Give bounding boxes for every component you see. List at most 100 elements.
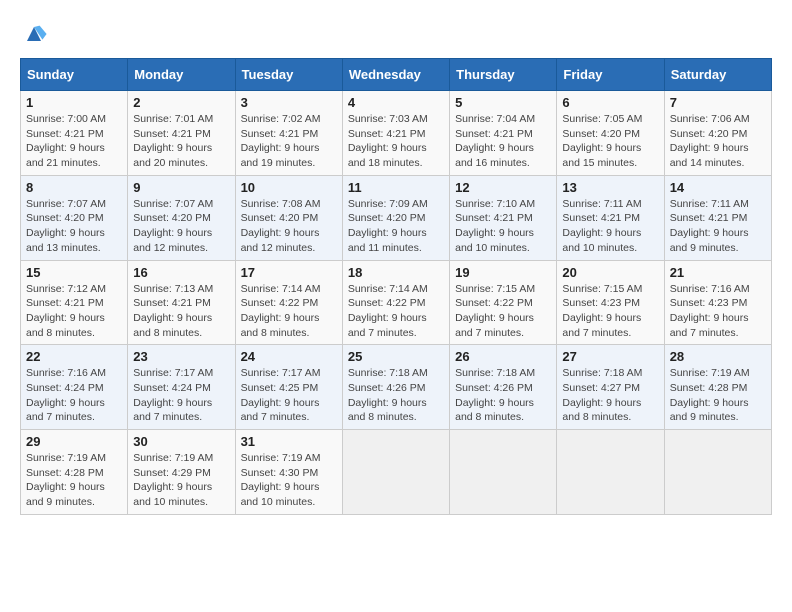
day-number: 18 [348,265,444,280]
calendar-cell: 22 Sunrise: 7:16 AMSunset: 4:24 PMDaylig… [21,345,128,430]
day-detail: Sunrise: 7:17 AMSunset: 4:24 PMDaylight:… [133,367,213,423]
calendar-cell: 7 Sunrise: 7:06 AMSunset: 4:20 PMDayligh… [664,91,771,176]
day-detail: Sunrise: 7:18 AMSunset: 4:26 PMDaylight:… [348,367,428,423]
calendar-cell: 11 Sunrise: 7:09 AMSunset: 4:20 PMDaylig… [342,175,449,260]
day-detail: Sunrise: 7:15 AMSunset: 4:23 PMDaylight:… [562,283,642,339]
day-number: 13 [562,180,658,195]
day-detail: Sunrise: 7:19 AMSunset: 4:30 PMDaylight:… [241,452,321,508]
calendar-cell: 1 Sunrise: 7:00 AMSunset: 4:21 PMDayligh… [21,91,128,176]
day-number: 12 [455,180,551,195]
calendar-cell: 31 Sunrise: 7:19 AMSunset: 4:30 PMDaylig… [235,430,342,515]
day-detail: Sunrise: 7:05 AMSunset: 4:20 PMDaylight:… [562,113,642,169]
calendar-body: 1 Sunrise: 7:00 AMSunset: 4:21 PMDayligh… [21,91,772,515]
logo [20,20,52,48]
calendar-cell: 17 Sunrise: 7:14 AMSunset: 4:22 PMDaylig… [235,260,342,345]
calendar-week-row: 29 Sunrise: 7:19 AMSunset: 4:28 PMDaylig… [21,430,772,515]
day-number: 2 [133,95,229,110]
calendar-cell: 6 Sunrise: 7:05 AMSunset: 4:20 PMDayligh… [557,91,664,176]
day-detail: Sunrise: 7:16 AMSunset: 4:24 PMDaylight:… [26,367,106,423]
day-number: 19 [455,265,551,280]
day-number: 28 [670,349,766,364]
day-number: 30 [133,434,229,449]
day-detail: Sunrise: 7:15 AMSunset: 4:22 PMDaylight:… [455,283,535,339]
day-detail: Sunrise: 7:18 AMSunset: 4:27 PMDaylight:… [562,367,642,423]
calendar-cell: 4 Sunrise: 7:03 AMSunset: 4:21 PMDayligh… [342,91,449,176]
day-detail: Sunrise: 7:16 AMSunset: 4:23 PMDaylight:… [670,283,750,339]
day-header-monday: Monday [128,59,235,91]
day-detail: Sunrise: 7:09 AMSunset: 4:20 PMDaylight:… [348,198,428,254]
calendar-cell: 2 Sunrise: 7:01 AMSunset: 4:21 PMDayligh… [128,91,235,176]
calendar-cell: 13 Sunrise: 7:11 AMSunset: 4:21 PMDaylig… [557,175,664,260]
day-detail: Sunrise: 7:00 AMSunset: 4:21 PMDaylight:… [26,113,106,169]
calendar-cell: 5 Sunrise: 7:04 AMSunset: 4:21 PMDayligh… [450,91,557,176]
day-number: 29 [26,434,122,449]
day-number: 25 [348,349,444,364]
calendar-cell: 24 Sunrise: 7:17 AMSunset: 4:25 PMDaylig… [235,345,342,430]
day-detail: Sunrise: 7:04 AMSunset: 4:21 PMDaylight:… [455,113,535,169]
day-number: 22 [26,349,122,364]
day-number: 14 [670,180,766,195]
day-header-sunday: Sunday [21,59,128,91]
calendar-cell: 10 Sunrise: 7:08 AMSunset: 4:20 PMDaylig… [235,175,342,260]
day-detail: Sunrise: 7:08 AMSunset: 4:20 PMDaylight:… [241,198,321,254]
day-detail: Sunrise: 7:13 AMSunset: 4:21 PMDaylight:… [133,283,213,339]
day-header-friday: Friday [557,59,664,91]
day-number: 8 [26,180,122,195]
calendar-cell [342,430,449,515]
day-header-tuesday: Tuesday [235,59,342,91]
day-detail: Sunrise: 7:14 AMSunset: 4:22 PMDaylight:… [241,283,321,339]
day-number: 11 [348,180,444,195]
day-detail: Sunrise: 7:02 AMSunset: 4:21 PMDaylight:… [241,113,321,169]
day-number: 21 [670,265,766,280]
day-detail: Sunrise: 7:07 AMSunset: 4:20 PMDaylight:… [26,198,106,254]
calendar-week-row: 1 Sunrise: 7:00 AMSunset: 4:21 PMDayligh… [21,91,772,176]
day-detail: Sunrise: 7:17 AMSunset: 4:25 PMDaylight:… [241,367,321,423]
calendar-cell [664,430,771,515]
day-number: 17 [241,265,337,280]
page-header [20,20,772,48]
calendar-cell: 29 Sunrise: 7:19 AMSunset: 4:28 PMDaylig… [21,430,128,515]
calendar-cell: 15 Sunrise: 7:12 AMSunset: 4:21 PMDaylig… [21,260,128,345]
calendar-cell: 18 Sunrise: 7:14 AMSunset: 4:22 PMDaylig… [342,260,449,345]
calendar-table: SundayMondayTuesdayWednesdayThursdayFrid… [20,58,772,515]
day-detail: Sunrise: 7:19 AMSunset: 4:28 PMDaylight:… [670,367,750,423]
calendar-cell: 12 Sunrise: 7:10 AMSunset: 4:21 PMDaylig… [450,175,557,260]
calendar-cell: 28 Sunrise: 7:19 AMSunset: 4:28 PMDaylig… [664,345,771,430]
calendar-cell: 27 Sunrise: 7:18 AMSunset: 4:27 PMDaylig… [557,345,664,430]
day-detail: Sunrise: 7:06 AMSunset: 4:20 PMDaylight:… [670,113,750,169]
day-detail: Sunrise: 7:18 AMSunset: 4:26 PMDaylight:… [455,367,535,423]
day-number: 20 [562,265,658,280]
day-number: 27 [562,349,658,364]
day-number: 3 [241,95,337,110]
day-number: 16 [133,265,229,280]
calendar-header-row: SundayMondayTuesdayWednesdayThursdayFrid… [21,59,772,91]
day-detail: Sunrise: 7:19 AMSunset: 4:28 PMDaylight:… [26,452,106,508]
day-number: 31 [241,434,337,449]
day-number: 9 [133,180,229,195]
calendar-cell [557,430,664,515]
day-detail: Sunrise: 7:01 AMSunset: 4:21 PMDaylight:… [133,113,213,169]
day-number: 1 [26,95,122,110]
day-number: 5 [455,95,551,110]
calendar-week-row: 22 Sunrise: 7:16 AMSunset: 4:24 PMDaylig… [21,345,772,430]
day-detail: Sunrise: 7:11 AMSunset: 4:21 PMDaylight:… [562,198,641,254]
day-detail: Sunrise: 7:11 AMSunset: 4:21 PMDaylight:… [670,198,749,254]
logo-icon [20,20,48,48]
day-number: 15 [26,265,122,280]
day-header-saturday: Saturday [664,59,771,91]
day-detail: Sunrise: 7:12 AMSunset: 4:21 PMDaylight:… [26,283,106,339]
day-detail: Sunrise: 7:14 AMSunset: 4:22 PMDaylight:… [348,283,428,339]
calendar-cell: 21 Sunrise: 7:16 AMSunset: 4:23 PMDaylig… [664,260,771,345]
calendar-cell: 20 Sunrise: 7:15 AMSunset: 4:23 PMDaylig… [557,260,664,345]
calendar-cell: 23 Sunrise: 7:17 AMSunset: 4:24 PMDaylig… [128,345,235,430]
calendar-cell: 8 Sunrise: 7:07 AMSunset: 4:20 PMDayligh… [21,175,128,260]
calendar-cell: 3 Sunrise: 7:02 AMSunset: 4:21 PMDayligh… [235,91,342,176]
calendar-cell [450,430,557,515]
day-number: 4 [348,95,444,110]
day-number: 24 [241,349,337,364]
day-number: 26 [455,349,551,364]
day-header-thursday: Thursday [450,59,557,91]
day-detail: Sunrise: 7:07 AMSunset: 4:20 PMDaylight:… [133,198,213,254]
day-detail: Sunrise: 7:03 AMSunset: 4:21 PMDaylight:… [348,113,428,169]
calendar-cell: 25 Sunrise: 7:18 AMSunset: 4:26 PMDaylig… [342,345,449,430]
